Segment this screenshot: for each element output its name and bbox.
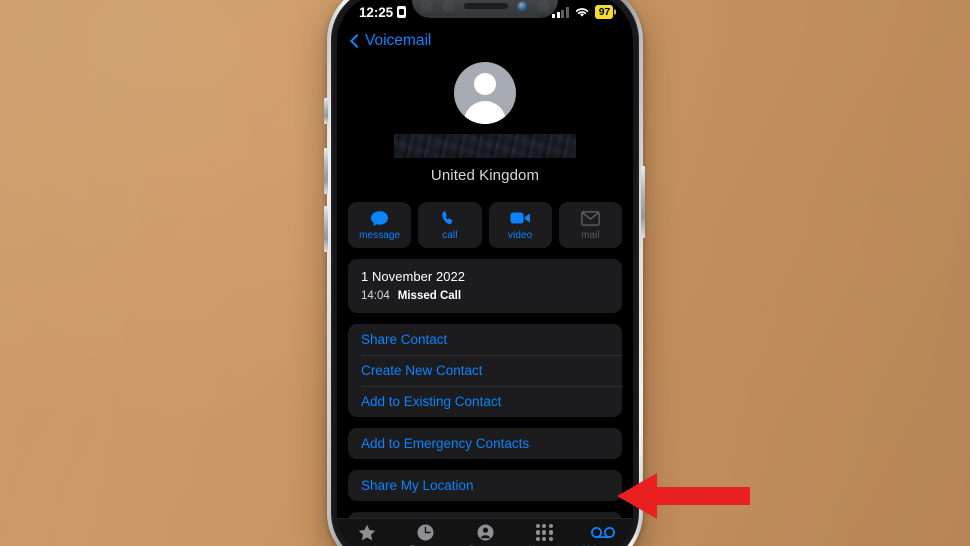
back-to-voicemail-button[interactable]: Voicemail xyxy=(351,32,431,50)
tab-contacts[interactable]: Contacts xyxy=(455,523,514,546)
screenshot-canvas: 12:25 97 Voicemail United Kingdom messag… xyxy=(0,0,970,546)
contact-country-label: United Kingdom xyxy=(430,167,540,184)
call-log-meta: 14:04 Missed Call xyxy=(361,290,609,302)
video-action-label: video xyxy=(508,229,533,241)
chevron-left-icon xyxy=(351,33,360,49)
menu-item-label: Add to Emergency Contacts xyxy=(361,436,530,451)
phone-screen: 12:25 97 Voicemail United Kingdom messag… xyxy=(337,0,633,546)
clock-icon xyxy=(417,523,434,542)
call-action-label: call xyxy=(442,229,458,241)
video-action-button[interactable]: video xyxy=(488,202,552,248)
message-action-label: message xyxy=(359,229,401,241)
notch-sensor-dot xyxy=(442,0,455,13)
notch-sensor-dot xyxy=(537,0,550,13)
emergency-menu-group: Add to Emergency Contacts xyxy=(348,428,622,459)
battery-indicator: 97 xyxy=(594,4,613,20)
message-bubble-icon xyxy=(370,210,389,227)
menu-item-label: Share Contact xyxy=(361,332,448,347)
tab-voicemail[interactable]: Voicemail xyxy=(574,523,633,546)
earpiece-speaker xyxy=(464,3,508,9)
contact-detail-scroll[interactable]: United Kingdom message call video mail 1… xyxy=(337,58,633,546)
back-button-label: Voicemail xyxy=(365,32,432,49)
add-to-emergency-contacts-item[interactable]: Add to Emergency Contacts xyxy=(348,428,622,459)
menu-item-label: Create New Contact xyxy=(361,363,483,378)
volume-down-button[interactable] xyxy=(324,206,328,252)
message-action-button[interactable]: message xyxy=(348,202,412,248)
volume-up-button[interactable] xyxy=(324,148,328,194)
lock-icon xyxy=(397,6,407,18)
mail-action-button: mail xyxy=(558,202,622,248)
keypad-grid-icon xyxy=(535,523,553,542)
contact-menu-group: Share Contact Create New Contact Add to … xyxy=(348,324,622,417)
add-to-existing-contact-item[interactable]: Add to Existing Contact xyxy=(348,386,622,417)
iphone-device-frame: 12:25 97 Voicemail United Kingdom messag… xyxy=(327,0,643,546)
share-my-location-item[interactable]: Share My Location xyxy=(348,470,622,501)
location-menu-group: Share My Location xyxy=(348,470,622,501)
phone-handset-icon xyxy=(441,210,458,227)
phone-tab-bar: Favourites Recents xyxy=(337,518,633,546)
notch-sensor-dot xyxy=(420,0,433,13)
tab-recents[interactable]: Recents xyxy=(396,523,455,546)
menu-item-label: Share My Location xyxy=(361,478,474,493)
mute-switch[interactable] xyxy=(324,98,328,124)
redacted-phone-number xyxy=(394,134,576,158)
device-notch xyxy=(412,0,558,18)
tab-favourites[interactable]: Favourites xyxy=(337,523,396,546)
person-avatar-icon xyxy=(454,62,516,124)
front-camera-icon xyxy=(517,0,528,12)
device-bezel: 12:25 97 Voicemail United Kingdom messag… xyxy=(331,0,639,546)
share-contact-item[interactable]: Share Contact xyxy=(348,324,622,355)
call-history-card: 1 November 2022 14:04 Missed Call xyxy=(348,259,622,313)
status-bar-right: 97 xyxy=(552,4,613,20)
envelope-icon xyxy=(581,210,600,227)
mail-action-label: mail xyxy=(581,229,600,241)
navigation-bar: Voicemail xyxy=(337,24,633,58)
status-bar-time: 12:25 xyxy=(359,4,394,20)
voicemail-icon xyxy=(591,523,616,542)
call-log-entry: 1 November 2022 14:04 Missed Call xyxy=(348,259,622,313)
call-log-type: Missed Call xyxy=(397,290,462,302)
person-circle-icon xyxy=(477,523,494,542)
annotation-arrow-icon xyxy=(617,472,750,520)
call-log-time: 14:04 xyxy=(361,290,390,302)
call-log-date: 1 November 2022 xyxy=(361,269,466,284)
create-new-contact-item[interactable]: Create New Contact xyxy=(348,355,622,386)
menu-item-label: Add to Existing Contact xyxy=(361,394,502,409)
contact-header: United Kingdom xyxy=(337,58,633,194)
tab-keypad[interactable]: Keypad xyxy=(515,523,574,546)
status-bar-left: 12:25 xyxy=(359,4,407,20)
star-icon xyxy=(358,523,376,542)
wifi-icon xyxy=(574,6,590,18)
call-action-button[interactable]: call xyxy=(418,202,482,248)
power-button[interactable] xyxy=(641,166,645,238)
video-camera-icon xyxy=(510,210,531,227)
quick-actions-row: message call video mail xyxy=(337,194,633,248)
